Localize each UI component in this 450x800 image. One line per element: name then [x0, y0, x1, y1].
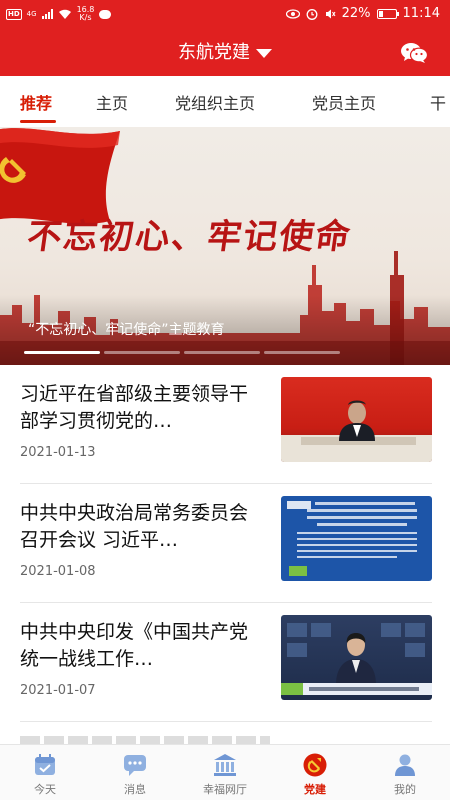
news-title: 中共中央政治局常务委员会召开会议 习近平…	[20, 502, 249, 551]
speaker-image	[281, 400, 432, 462]
hd-badge: HD	[6, 8, 22, 20]
news-date: 2021-01-13	[20, 445, 96, 460]
banner-carousel[interactable]: 不忘初心、牢记使命 “不忘初心、牢记使命”主题教育	[0, 127, 450, 365]
news-title: 中共中央印发《中国共产党统一战线工作…	[20, 621, 249, 670]
carousel-indicator	[24, 351, 340, 354]
news-date: 2021-01-07	[20, 683, 96, 698]
news-title: 习近平在省部级主要领导干部学习贯彻党的…	[20, 383, 249, 432]
carousel-dot	[264, 351, 340, 354]
caret-down-icon	[256, 48, 272, 58]
wechat-icon[interactable]	[400, 42, 428, 64]
carousel-dot	[184, 351, 260, 354]
nav-today[interactable]: 今天	[0, 745, 90, 800]
nav-label: 我的	[394, 783, 416, 796]
tab-more[interactable]: 干	[430, 90, 446, 114]
speed-unit: K/s	[79, 13, 92, 22]
network-speed: 16.8 K/s	[77, 6, 95, 22]
wifi-icon	[58, 9, 71, 19]
next-news-peek	[20, 736, 270, 744]
signal-icon	[41, 9, 53, 19]
news-item[interactable]: 中共中央印发《中国共产党统一战线工作… 2021-01-07	[0, 603, 450, 721]
header-title-dropdown[interactable]: 东航党建	[0, 38, 450, 64]
eye-icon	[285, 8, 300, 19]
carousel-dot	[104, 351, 180, 354]
nav-label: 消息	[124, 783, 146, 796]
nav-label: 幸福网厅	[203, 783, 247, 796]
banner-caption: “不忘初心、牢记使命”主题教育	[28, 322, 225, 338]
alarm-icon	[306, 8, 318, 20]
top-bar: HD 4G 16.8 K/s 22% 11:14 东航党建	[0, 0, 450, 76]
tab-recommend[interactable]: 推荐	[20, 90, 52, 114]
network-type: 4G	[26, 10, 37, 18]
hall-icon	[214, 754, 236, 776]
battery-percent: 22%	[341, 6, 371, 21]
bottom-navigation: 今天 消息 幸福网厅 党建 我的	[0, 744, 450, 800]
clock: 11:14	[402, 6, 440, 21]
carousel-dot	[24, 351, 100, 354]
status-bar: HD 4G 16.8 K/s 22% 11:14	[0, 0, 450, 30]
nav-messages[interactable]: 消息	[90, 745, 180, 800]
battery-icon	[376, 8, 399, 19]
news-thumbnail	[281, 377, 432, 462]
news-item[interactable]: 中共中央政治局常务委员会召开会议 习近平… 2021-01-08	[0, 484, 450, 602]
news-date: 2021-01-08	[20, 564, 96, 579]
chat-icon	[124, 755, 146, 776]
channel-tabs: 推荐 主页 党组织主页 党员主页 干	[0, 76, 450, 126]
calendar-icon	[35, 754, 55, 775]
nav-label: 今天	[34, 783, 56, 796]
mute-icon	[325, 9, 336, 18]
nav-happy-hall[interactable]: 幸福网厅	[180, 745, 270, 800]
tab-party-org-home[interactable]: 党组织主页	[175, 90, 255, 114]
news-thumbnail	[281, 615, 432, 700]
nav-mine[interactable]: 我的	[360, 745, 450, 800]
nav-party-building[interactable]: 党建	[270, 745, 360, 800]
app-title: 东航党建	[178, 42, 250, 63]
tab-home[interactable]: 主页	[96, 90, 128, 114]
nav-label: 党建	[304, 783, 326, 796]
anchor-image	[281, 623, 432, 695]
user-icon	[395, 754, 415, 776]
message-icon	[99, 9, 112, 19]
party-emblem-icon	[303, 753, 327, 777]
tab-member-home[interactable]: 党员主页	[312, 90, 376, 114]
tv-news-image	[287, 501, 417, 576]
divider	[20, 721, 432, 722]
active-tab-indicator	[20, 120, 56, 123]
news-item[interactable]: 习近平在省部级主要领导干部学习贯彻党的… 2021-01-13	[0, 365, 450, 483]
news-thumbnail	[281, 496, 432, 581]
